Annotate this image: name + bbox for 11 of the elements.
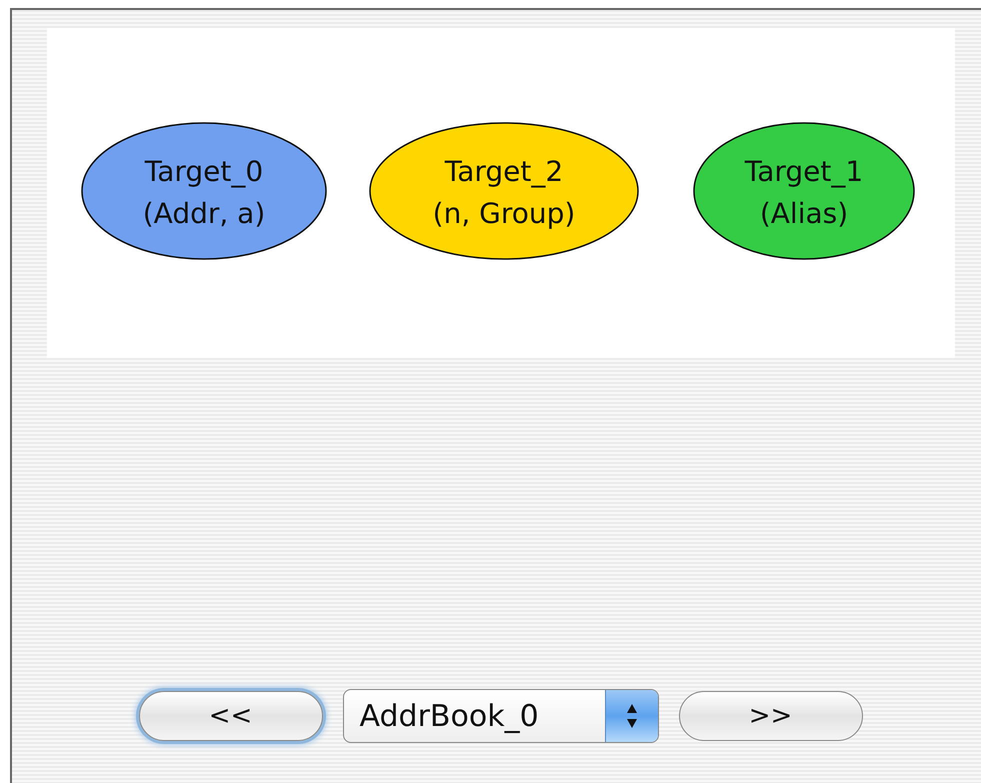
next-button[interactable]: >> (678, 691, 862, 741)
node-label: (Addr, a) (142, 197, 266, 230)
previous-button[interactable]: << (138, 691, 322, 741)
node-label: (Alias) (760, 197, 848, 230)
popup-menu[interactable]: AddrBook_0 (342, 689, 658, 743)
node-label: Target_1 (744, 155, 864, 188)
node-label: Target_0 (144, 155, 264, 188)
stepper-arrows-icon (624, 702, 638, 730)
popup-value: AddrBook_0 (358, 698, 540, 736)
node-label: (n, Group) (432, 197, 576, 230)
node-label: Target_2 (444, 155, 564, 188)
